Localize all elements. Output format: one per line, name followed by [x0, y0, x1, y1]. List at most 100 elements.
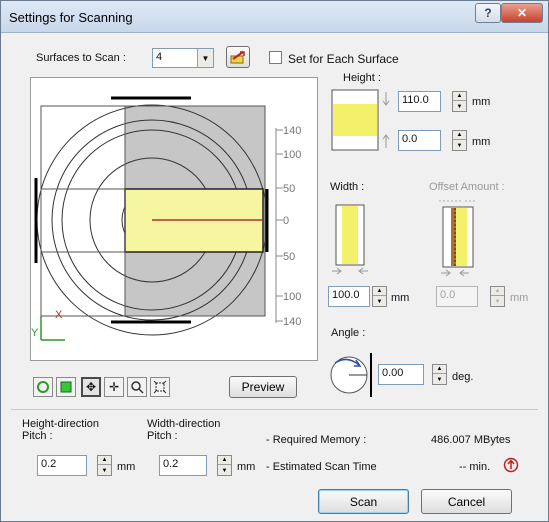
pan-tool[interactable]: ✛ — [104, 377, 124, 397]
settings-dialog: Settings for Scanning ? ✕ Surfaces to Sc… — [0, 0, 549, 522]
rect-select-tool[interactable] — [56, 377, 76, 397]
ruler-label: 0 — [283, 215, 289, 227]
spin-down-icon[interactable]: ▼ — [98, 466, 111, 475]
spin-down-icon[interactable]: ▼ — [218, 466, 231, 475]
surface-picker-button[interactable] — [226, 46, 250, 68]
spin-up-icon[interactable]: ▲ — [491, 287, 504, 296]
width-input[interactable]: 100.0 — [328, 286, 370, 307]
offset-value: 0.0 — [440, 289, 456, 301]
zoom-icon — [131, 381, 144, 394]
zoom-tool[interactable] — [127, 377, 147, 397]
surfaces-value: 4 — [156, 51, 163, 63]
width-pitch-value: 0.2 — [163, 458, 179, 470]
ruler-label: 50 — [283, 183, 295, 195]
angle-input[interactable]: 0.00 — [378, 364, 424, 385]
spin-up-icon[interactable]: ▲ — [373, 287, 386, 296]
width-label: Width : — [330, 181, 365, 193]
surfaces-combo[interactable]: 4 ▼ — [152, 48, 214, 68]
height-label: Height : — [343, 72, 381, 84]
width-value: 100.0 — [332, 289, 360, 301]
height-pitch-unit: mm — [117, 461, 136, 473]
fit-tool[interactable] — [150, 377, 170, 397]
axis-x-label: X — [55, 309, 63, 321]
surfaces-label: Surfaces to Scan : — [36, 52, 126, 64]
divider — [11, 409, 538, 410]
spin-down-icon[interactable]: ▼ — [453, 102, 466, 111]
angle-value: 0.00 — [382, 367, 404, 379]
memory-label: - Required Memory : — [266, 434, 367, 446]
scantime-value: -- min. — [459, 461, 491, 473]
angle-unit: deg. — [452, 371, 474, 383]
circle-select-tool[interactable] — [33, 377, 53, 397]
preview-canvas[interactable]: 140 100 50 0 50 100 140 Y X — [30, 77, 318, 361]
width-pitch-spinner[interactable]: ▲ ▼ — [217, 455, 232, 476]
cancel-label: Cancel — [447, 494, 486, 509]
ruler-label: 140 — [283, 316, 301, 328]
width-spinner[interactable]: ▲ ▼ — [372, 286, 387, 307]
offset-input[interactable]: 0.0 — [436, 286, 478, 307]
width-pitch-label-1: Width-direction — [147, 418, 221, 430]
height-lower-unit: mm — [472, 136, 491, 148]
width-pitch-input[interactable]: 0.2 — [159, 455, 207, 476]
spin-up-icon[interactable]: ▲ — [453, 131, 466, 140]
preview-button[interactable]: Preview — [229, 376, 297, 398]
height-diagram — [331, 89, 390, 151]
close-icon: ✕ — [516, 6, 528, 20]
rect-select-icon — [60, 381, 72, 393]
ruler-ticks — [276, 129, 283, 322]
width-unit: mm — [391, 292, 410, 304]
memory-value: 486.007 MBytes — [431, 434, 511, 446]
angle-dial-icon — [330, 353, 372, 397]
scan-label: Scan — [349, 494, 378, 509]
spin-up-icon[interactable]: ▲ — [98, 456, 111, 465]
window-title: Settings for Scanning — [9, 10, 133, 25]
spin-down-icon[interactable]: ▼ — [433, 375, 446, 384]
offset-spinner[interactable]: ▲ ▼ — [490, 286, 505, 307]
height-upper-spinner[interactable]: ▲ ▼ — [452, 91, 467, 112]
offset-label: Offset Amount : — [429, 181, 505, 193]
help-button[interactable]: ? — [475, 3, 501, 23]
ruler-label: 140 — [283, 125, 301, 137]
height-lower-input[interactable]: 0.0 — [398, 130, 441, 151]
title-bar: Settings for Scanning ? ✕ — [1, 1, 548, 33]
cancel-button[interactable]: Cancel — [421, 489, 512, 514]
surface-picker-icon — [230, 51, 245, 64]
question-icon: ? — [484, 6, 492, 20]
height-upper-value: 110.0 — [402, 94, 429, 106]
height-lower-value: 0.0 — [402, 133, 418, 145]
ruler-label: 100 — [283, 291, 301, 303]
spin-up-icon[interactable]: ▲ — [453, 92, 466, 101]
height-lower-spinner[interactable]: ▲ ▼ — [452, 130, 467, 151]
ruler-label: 100 — [283, 149, 301, 161]
set-each-surface-checkbox[interactable] — [269, 51, 282, 64]
spin-down-icon[interactable]: ▼ — [373, 297, 386, 306]
close-button[interactable]: ✕ — [501, 3, 543, 23]
spin-up-icon[interactable]: ▲ — [433, 365, 446, 374]
fit-icon — [153, 380, 167, 394]
set-each-surface-label: Set for Each Surface — [288, 52, 399, 66]
height-pitch-label-2: Pitch : — [22, 430, 53, 442]
pan-icon: ✛ — [108, 380, 120, 394]
axis-y-label: Y — [31, 327, 39, 339]
scan-button[interactable]: Scan — [318, 489, 409, 514]
move-cursor-tool[interactable]: ✥ — [81, 377, 101, 397]
preview-label: Preview — [241, 380, 285, 394]
offset-unit: mm — [510, 292, 529, 304]
refresh-time-icon[interactable] — [502, 456, 520, 474]
angle-label: Angle : — [331, 327, 366, 339]
width-diagram — [332, 204, 368, 275]
height-pitch-value: 0.2 — [41, 458, 57, 470]
spin-down-icon[interactable]: ▼ — [453, 141, 466, 150]
height-pitch-label-1: Height-direction — [22, 418, 100, 430]
width-pitch-unit: mm — [237, 461, 256, 473]
height-pitch-spinner[interactable]: ▲ ▼ — [97, 455, 112, 476]
spin-up-icon[interactable]: ▲ — [218, 456, 231, 465]
axis-indicator: Y X — [31, 309, 65, 341]
height-upper-unit: mm — [472, 96, 491, 108]
height-pitch-input[interactable]: 0.2 — [37, 455, 87, 476]
height-upper-input[interactable]: 110.0 — [398, 91, 441, 112]
angle-spinner[interactable]: ▲ ▼ — [432, 364, 447, 385]
spin-down-icon[interactable]: ▼ — [491, 297, 504, 306]
ruler-label: 50 — [283, 251, 295, 263]
move-cursor-icon: ✥ — [85, 380, 97, 394]
